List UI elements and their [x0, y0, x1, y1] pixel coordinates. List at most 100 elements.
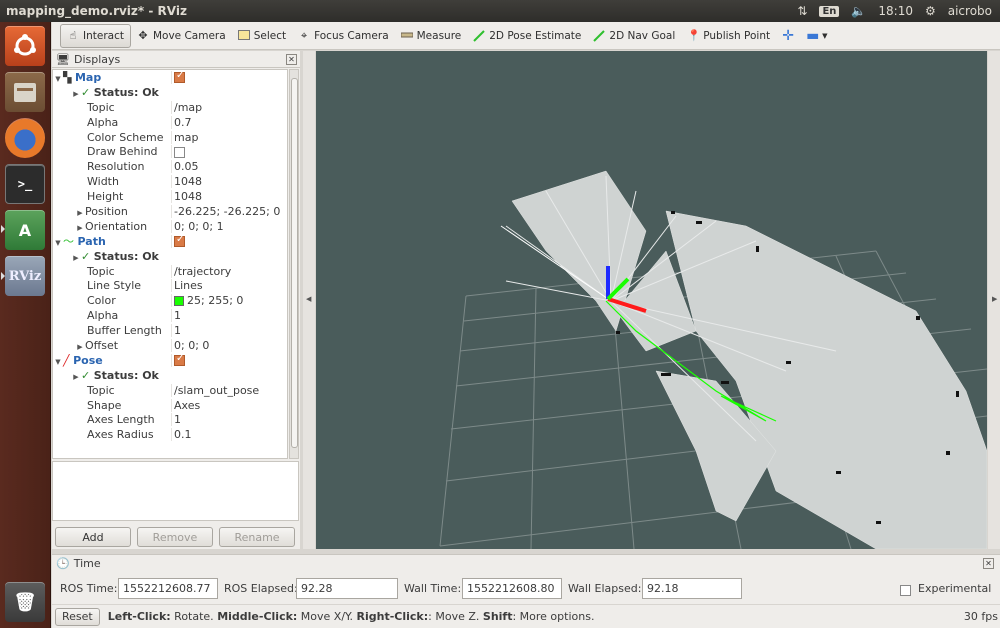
property-row[interactable]: ▶ Orientation 0; 0; 0; 1 — [53, 219, 287, 234]
tool-focus-camera[interactable]: ⌖ Focus Camera — [292, 24, 395, 48]
checkbox-box[interactable] — [900, 584, 911, 596]
property-value[interactable]: 0.7 — [171, 115, 287, 129]
render-viewport-3d[interactable] — [316, 51, 987, 549]
tool-select[interactable]: Select — [232, 24, 292, 48]
status-row[interactable]: ▶ ✓ Status: Ok — [53, 85, 287, 100]
tool-move-camera[interactable]: ✥ Move Camera — [131, 24, 232, 48]
close-icon[interactable]: ✕ — [983, 558, 994, 569]
tool-measure[interactable]: Measure — [395, 24, 468, 48]
collapse-left-icon[interactable]: ◀ — [306, 295, 311, 303]
property-value[interactable]: 0.1 — [171, 428, 287, 442]
property-row[interactable]: Axes Length 1 — [53, 412, 287, 427]
ros-time-field[interactable]: 1552212608.77 — [118, 578, 218, 599]
property-row[interactable]: ▶ Position -26.225; -26.225; 0 — [53, 204, 287, 219]
status-row[interactable]: ▶ ✓ Status: Ok — [53, 368, 287, 383]
property-row[interactable]: Height 1048 — [53, 189, 287, 204]
right-dock-splitter[interactable]: ▶ — [988, 51, 1000, 549]
tool-interact[interactable]: ☝ Interact — [60, 23, 131, 48]
display-pose[interactable]: ▼ ╱ Pose — [53, 353, 287, 368]
experimental-checkbox[interactable] — [900, 583, 911, 596]
tool-2d-pose-estimate[interactable]: 2D Pose Estimate — [467, 24, 587, 48]
software-center-icon[interactable]: A — [5, 210, 45, 250]
property-value[interactable]: /map — [171, 100, 287, 114]
property-row[interactable]: Topic/map — [53, 100, 287, 115]
expand-right-icon[interactable]: ▶ — [992, 295, 997, 303]
display-enable-checkbox[interactable] — [174, 354, 185, 367]
close-icon[interactable]: ✕ — [286, 53, 297, 65]
color-property-value[interactable]: 25; 255; 0 — [171, 294, 287, 308]
display-path[interactable]: ▼ 〜 Path — [53, 234, 287, 249]
wall-elapsed-field[interactable]: 92.18 — [642, 578, 742, 599]
property-row[interactable]: Width 1048 — [53, 174, 287, 189]
property-row[interactable]: Topic/slam_out_pose — [53, 383, 287, 398]
property-row[interactable]: Color Scheme map — [53, 130, 287, 145]
expand-arrow-icon[interactable]: ▶ — [71, 254, 81, 262]
property-row[interactable]: Draw Behind — [53, 144, 287, 159]
scrollbar-thumb[interactable] — [291, 78, 298, 448]
collapse-arrow-icon[interactable]: ▼ — [53, 75, 63, 83]
remove-display-button[interactable]: Remove — [137, 527, 213, 547]
property-value[interactable]: map — [171, 130, 287, 144]
draw-behind-checkbox[interactable] — [174, 146, 185, 158]
property-row[interactable]: Alpha 1 — [53, 308, 287, 323]
status-row[interactable]: ▶ ✓ Status: Ok — [53, 249, 287, 264]
wall-time-field[interactable]: 1552212608.80 — [462, 578, 562, 599]
display-enable-checkbox[interactable] — [174, 235, 185, 248]
add-tool-button[interactable]: ✛ — [776, 24, 800, 48]
left-dock-splitter[interactable]: ◀ — [303, 51, 315, 549]
user-name[interactable]: aicrobo — [948, 4, 992, 18]
displays-scrollbar[interactable] — [289, 69, 299, 459]
property-value[interactable]: 0; 0; 0; 1 — [171, 219, 287, 233]
property-value[interactable]: /slam_out_pose — [171, 383, 287, 397]
gear-icon[interactable]: ⚙ — [925, 4, 936, 18]
property-value[interactable]: -26.225; -26.225; 0 — [171, 204, 287, 218]
scene-canvas[interactable] — [316, 51, 987, 549]
expand-arrow-icon[interactable]: ▶ — [75, 224, 85, 232]
property-row[interactable]: Alpha 0.7 — [53, 115, 287, 130]
property-row[interactable]: Shape Axes — [53, 398, 287, 413]
property-row[interactable]: Line Style Lines — [53, 278, 287, 293]
property-row[interactable]: Resolution 0.05 — [53, 159, 287, 174]
trash-icon[interactable]: 🗑 — [5, 582, 45, 622]
tool-publish-point[interactable]: 📍 Publish Point — [681, 24, 776, 48]
property-value[interactable]: 0; 0; 0 — [171, 338, 287, 352]
clock[interactable]: 18:10 — [878, 4, 913, 18]
collapse-arrow-icon[interactable]: ▼ — [53, 358, 63, 366]
collapse-arrow-icon[interactable]: ▼ — [53, 239, 63, 247]
files-icon[interactable] — [5, 72, 45, 112]
property-value[interactable]: /trajectory — [171, 264, 287, 278]
display-map[interactable]: ▼ ▚ Map — [53, 70, 287, 85]
property-row[interactable]: Topic/trajectory — [53, 264, 287, 279]
firefox-icon[interactable] — [5, 118, 45, 158]
ros-elapsed-field[interactable]: 92.28 — [296, 578, 398, 599]
terminal-icon[interactable]: >_ — [5, 164, 45, 204]
property-value[interactable]: 1 — [171, 309, 287, 323]
property-row[interactable]: Color 25; 255; 0 — [53, 293, 287, 308]
property-row[interactable]: Buffer Length 1 — [53, 323, 287, 338]
property-row[interactable]: Axes Radius 0.1 — [53, 427, 287, 442]
ubuntu-dash-icon[interactable] — [5, 26, 45, 66]
network-icon[interactable]: ⇅ — [797, 4, 807, 18]
color-swatch[interactable] — [174, 296, 184, 307]
property-value[interactable]: Lines — [171, 279, 287, 293]
property-value[interactable]: 1 — [171, 324, 287, 338]
property-value[interactable]: 1 — [171, 413, 287, 427]
property-value[interactable]: Axes — [171, 398, 287, 412]
volume-icon[interactable]: 🔈 — [851, 4, 866, 18]
display-enable-checkbox[interactable] — [174, 71, 185, 84]
property-row[interactable]: ▶ Offset 0; 0; 0 — [53, 338, 287, 353]
tool-2d-nav-goal[interactable]: 2D Nav Goal — [587, 24, 681, 48]
keyboard-layout-indicator[interactable]: En — [819, 5, 840, 17]
expand-arrow-icon[interactable]: ▶ — [71, 373, 81, 381]
reset-button[interactable]: Reset — [55, 607, 100, 626]
expand-arrow-icon[interactable]: ▶ — [71, 90, 81, 98]
property-value[interactable]: 1048 — [171, 190, 287, 204]
rename-display-button[interactable]: Rename — [219, 527, 295, 547]
expand-arrow-icon[interactable]: ▶ — [75, 343, 85, 351]
property-value[interactable]: 1048 — [171, 175, 287, 189]
property-value[interactable]: 0.05 — [171, 160, 287, 174]
rviz-app-icon[interactable]: RViz — [5, 256, 45, 296]
expand-arrow-icon[interactable]: ▶ — [75, 209, 85, 217]
remove-tool-button[interactable]: ▬ ▼ — [800, 24, 833, 48]
add-display-button[interactable]: Add — [55, 527, 131, 547]
